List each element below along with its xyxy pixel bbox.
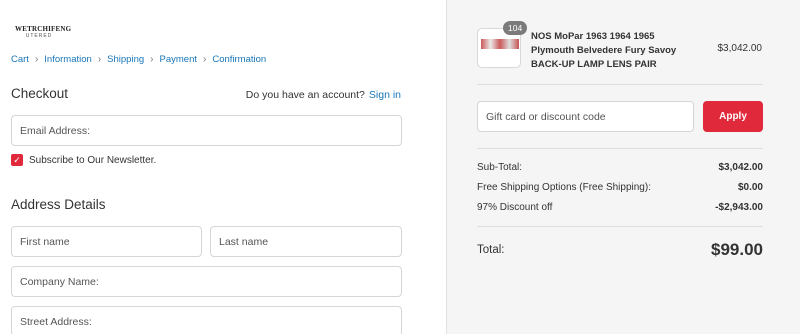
newsletter-label: Subscribe to Our Newsletter. <box>29 154 157 166</box>
shipping-label: Free Shipping Options (Free Shipping): <box>477 182 651 193</box>
street-address-placeholder: Street Address: <box>20 315 92 328</box>
chevron-right-icon: › <box>150 54 154 65</box>
newsletter-checkbox[interactable]: ✓ <box>11 154 23 166</box>
store-logo[interactable]: WETRCHIFENG UTERED <box>15 25 72 39</box>
address-details-title: Address Details <box>11 197 106 212</box>
email-placeholder: Email Address: <box>20 124 91 137</box>
newsletter-option[interactable]: ✓ Subscribe to Our Newsletter. <box>11 154 156 166</box>
logo-text-primary: WETRCHIFENG <box>15 25 72 33</box>
subtotal-row: Sub-Total: $3,042.00 <box>477 162 763 173</box>
sign-in-link[interactable]: Sign in <box>369 89 401 101</box>
divider <box>477 148 763 149</box>
product-price: $3,042.00 <box>717 43 763 54</box>
order-summary-panel: 104 NOS MoPar 1963 1964 1965 Plymouth Be… <box>446 0 800 334</box>
breadcrumb-cart[interactable]: Cart <box>11 54 29 65</box>
discount-value: -$2,943.00 <box>715 202 763 213</box>
discount-code-input[interactable]: Gift card or discount code <box>477 101 694 132</box>
account-prompt: Do you have an account? Sign in <box>246 89 401 101</box>
discount-label: 97% Discount off <box>477 202 553 213</box>
logo-text-secondary: UTERED <box>25 33 53 39</box>
total-label: Total: <box>477 244 505 256</box>
first-name-placeholder: First name <box>20 235 70 248</box>
discount-row: 97% Discount off -$2,943.00 <box>477 202 763 213</box>
account-prompt-text: Do you have an account? <box>245 89 365 101</box>
first-name-field[interactable]: First name <box>11 226 202 257</box>
shipping-row: Free Shipping Options (Free Shipping): $… <box>477 182 763 193</box>
checkout-page: WETRCHIFENG UTERED Cart › Information › … <box>0 0 800 334</box>
divider <box>477 226 763 227</box>
checkout-title: Checkout <box>11 86 69 101</box>
email-field[interactable]: Email Address: <box>11 115 402 146</box>
check-icon: ✓ <box>13 154 21 165</box>
breadcrumb-confirmation[interactable]: Confirmation <box>212 54 266 65</box>
company-name-field[interactable]: Company Name: <box>11 266 402 297</box>
street-address-field[interactable]: Street Address: <box>11 306 402 334</box>
discount-code-placeholder: Gift card or discount code <box>486 110 606 123</box>
divider <box>477 84 763 85</box>
shipping-value: $0.00 <box>737 182 763 193</box>
subtotal-value: $3,042.00 <box>718 162 764 173</box>
total-row: Total: $99.00 <box>477 240 763 260</box>
chevron-right-icon: › <box>34 54 39 65</box>
product-name: NOS MoPar 1963 1964 1965 Plymouth Belved… <box>531 31 677 70</box>
total-value: $99.00 <box>711 240 763 259</box>
last-name-placeholder: Last name <box>219 235 269 248</box>
chevron-right-icon: › <box>203 54 207 65</box>
subtotal-label: Sub-Total: <box>477 162 523 173</box>
product-image <box>481 39 519 49</box>
apply-button[interactable]: Apply <box>703 101 763 132</box>
breadcrumb-payment[interactable]: Payment <box>160 54 198 65</box>
chevron-right-icon: › <box>97 54 102 65</box>
breadcrumb-information[interactable]: Information <box>44 54 92 65</box>
last-name-field[interactable]: Last name <box>210 226 402 257</box>
quantity-badge: 104 <box>503 21 528 35</box>
breadcrumb-shipping[interactable]: Shipping <box>107 54 144 65</box>
company-name-placeholder: Company Name: <box>20 275 99 288</box>
breadcrumb: Cart › Information › Shipping › Payment … <box>11 54 266 65</box>
checkout-form-panel: WETRCHIFENG UTERED Cart › Information › … <box>0 0 446 334</box>
